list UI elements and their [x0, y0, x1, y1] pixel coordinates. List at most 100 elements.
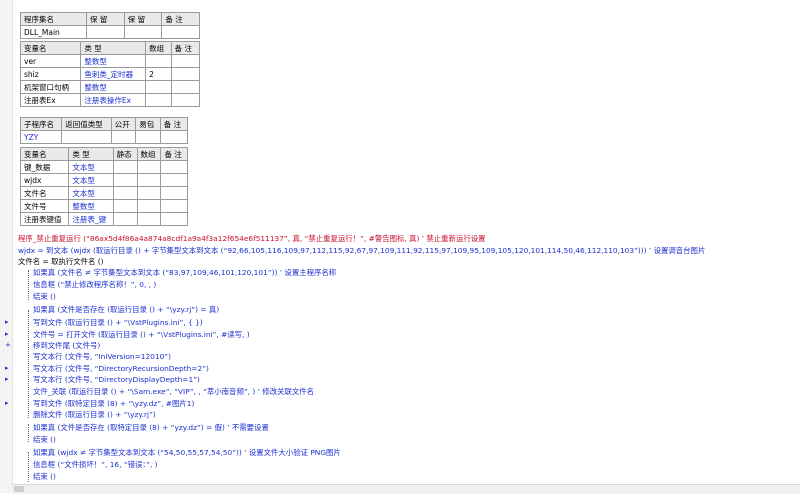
- table-cell[interactable]: 注册表操作Ex: [80, 93, 147, 107]
- table-cell[interactable]: [135, 130, 161, 144]
- block-guide: [28, 270, 29, 300]
- table-cell[interactable]: 整数型: [80, 80, 147, 94]
- table-cell[interactable]: shiz: [19, 67, 82, 81]
- header-cell: 返回值类型: [61, 117, 112, 131]
- add-line-marker[interactable]: +: [5, 341, 11, 349]
- scrollbar-thumb[interactable]: [14, 486, 24, 492]
- code-line[interactable]: 结束 (): [33, 435, 56, 445]
- table-cell[interactable]: [160, 160, 188, 174]
- code-line[interactable]: 信息框 (“文件损坏！”, 16, “错误：”, ): [33, 460, 158, 470]
- table-row[interactable]: 文件号 整数型: [19, 199, 188, 213]
- table-cell[interactable]: [145, 80, 172, 94]
- code-line[interactable]: 信息框 (“禁止修改程序名称！”, 0, , ): [33, 280, 156, 290]
- table-cell[interactable]: [112, 212, 138, 226]
- code-line[interactable]: 写文本行 (文件号, “DirectoryDisplayDepth=1”): [33, 375, 200, 385]
- table-cell[interactable]: [136, 186, 162, 200]
- variables-table: 变量名 类 型 数组 备 注 ver 整数型 shiz 鱼刺类_定时器 2 机架…: [19, 41, 201, 107]
- table-cell[interactable]: [112, 160, 138, 174]
- table-cell[interactable]: [170, 67, 201, 81]
- breakpoint-marker[interactable]: ▸: [5, 318, 9, 326]
- table-cell[interactable]: [170, 54, 201, 68]
- table-cell[interactable]: YZY: [19, 130, 63, 144]
- code-line[interactable]: 移到文件尾 (文件号): [33, 341, 100, 351]
- table-cell[interactable]: [160, 212, 188, 226]
- code-line[interactable]: 写文本行 (文件号, “DirectoryRecursionDepth=2”): [33, 364, 209, 374]
- code-line[interactable]: 结束 (): [33, 292, 56, 302]
- table-cell[interactable]: [86, 25, 125, 39]
- table-cell[interactable]: [160, 186, 188, 200]
- header-cell: 变量名: [19, 41, 82, 55]
- code-line[interactable]: 文件_关联 (取运行目录 () + “\Sam.exe”, “VIP”, , “…: [33, 387, 314, 397]
- table-cell[interactable]: 整数型: [80, 54, 147, 68]
- table-cell[interactable]: [145, 54, 172, 68]
- code-line[interactable]: 删除文件 (取运行目录 () + “\yzy.rj”): [33, 410, 156, 420]
- table-cell[interactable]: [112, 173, 138, 187]
- breakpoint-marker[interactable]: ▸: [5, 375, 9, 383]
- table-cell[interactable]: 鱼刺类_定时器: [80, 67, 147, 81]
- header-cell: 数组: [136, 147, 162, 161]
- table-cell[interactable]: [170, 80, 201, 94]
- header-cell: 类 型: [68, 147, 114, 161]
- table-row[interactable]: shiz 鱼刺类_定时器 2: [19, 67, 201, 81]
- table-cell[interactable]: [145, 93, 172, 107]
- table-cell[interactable]: 文本型: [68, 186, 114, 200]
- code-line[interactable]: 如果真 (wjdx ≠ 字节集型文本到文本 (“54,50,55,57,54,5…: [33, 448, 341, 458]
- header-cell: 静态: [112, 147, 138, 161]
- table-cell[interactable]: 注册表_键: [68, 212, 114, 226]
- code-line[interactable]: 写到文件 (取特定目录 (8) + “\yzy.dz”, #图片1): [33, 399, 194, 409]
- header-cell: 类 型: [80, 41, 147, 55]
- table-row[interactable]: 注册表键值 注册表_键: [19, 212, 188, 226]
- table-cell[interactable]: [110, 130, 137, 144]
- table-row[interactable]: 键_数据 文本型: [19, 160, 188, 174]
- code-line[interactable]: 如果真 (文件是否存在 (取运行目录 () + “\yzy.rj”) = 真): [33, 305, 219, 315]
- header-cell: 程序集名: [19, 12, 88, 26]
- block-guide: [28, 310, 29, 418]
- table-cell[interactable]: 文本型: [68, 173, 114, 187]
- table-cell[interactable]: 键_数据: [19, 160, 70, 174]
- breakpoint-marker[interactable]: ▸: [5, 364, 9, 372]
- breakpoint-marker[interactable]: ▸: [5, 330, 9, 338]
- code-line[interactable]: 结束 (): [33, 472, 56, 482]
- table-cell[interactable]: DLL_Main: [19, 25, 88, 39]
- code-line[interactable]: 写到文件 (取运行目录 () + “\VstPlugins.ini”, { }): [33, 318, 203, 328]
- table-cell[interactable]: 2: [145, 67, 172, 81]
- table-cell[interactable]: [159, 130, 189, 144]
- code-line[interactable]: 程序_禁止重复运行 (“86ax5d4f86a4a874a8cdf1a9a4f3…: [18, 234, 486, 244]
- table-cell[interactable]: 文件名: [19, 186, 70, 200]
- table-cell[interactable]: 整数型: [68, 199, 114, 213]
- table-cell[interactable]: [170, 93, 201, 107]
- table-cell[interactable]: [136, 199, 162, 213]
- table-cell[interactable]: [61, 130, 112, 144]
- code-line[interactable]: 如果真 (文件是否存在 (取特定目录 (8) + “yzy.dz”) = 假) …: [33, 423, 269, 433]
- table-row[interactable]: 文件名 文本型: [19, 186, 188, 200]
- table-cell[interactable]: [136, 212, 162, 226]
- table-cell[interactable]: [160, 199, 188, 213]
- table-row[interactable]: 机架窗口句柄 整数型: [19, 80, 201, 94]
- table-cell[interactable]: 机架窗口句柄: [19, 80, 82, 94]
- table-row[interactable]: ver 整数型: [19, 54, 201, 68]
- table-cell[interactable]: 注册表Ex: [19, 93, 82, 107]
- table-cell[interactable]: 文件号: [19, 199, 70, 213]
- table-cell[interactable]: [123, 25, 163, 39]
- table-cell[interactable]: 文本型: [68, 160, 114, 174]
- code-line[interactable]: 文件名 = 取执行文件名 (): [18, 257, 104, 267]
- table-cell[interactable]: ver: [19, 54, 82, 68]
- code-line[interactable]: wjdx = 到文本 (wjdx (取运行目录 () + 字节集型文本到文本 (…: [18, 246, 705, 256]
- code-line[interactable]: 写文本行 (文件号, “IniVersion=12010”): [33, 352, 171, 362]
- line-gutter: [0, 0, 13, 493]
- table-cell[interactable]: wjdx: [19, 173, 70, 187]
- table-cell[interactable]: [160, 173, 188, 187]
- table-cell[interactable]: [112, 199, 138, 213]
- table-row[interactable]: wjdx 文本型: [19, 173, 188, 187]
- breakpoint-marker[interactable]: ▸: [5, 399, 9, 407]
- table-cell[interactable]: [112, 186, 138, 200]
- table-row[interactable]: 注册表Ex 注册表操作Ex: [19, 93, 201, 107]
- program-table: 程序集名 保 留 保 留 备 注 DLL_Main: [19, 12, 200, 39]
- table-cell[interactable]: [136, 173, 162, 187]
- table-cell[interactable]: [161, 25, 200, 39]
- code-line[interactable]: 如果真 (文件名 ≠ 字节集型文本到文本 (“83,97,109,46,101,…: [33, 268, 336, 278]
- table-cell[interactable]: 注册表键值: [19, 212, 70, 226]
- table-cell[interactable]: [136, 160, 162, 174]
- code-line[interactable]: 文件号 = 打开文件 (取运行目录 () + “\VstPlugins.ini”…: [33, 330, 250, 340]
- header-cell: 公开: [110, 117, 137, 131]
